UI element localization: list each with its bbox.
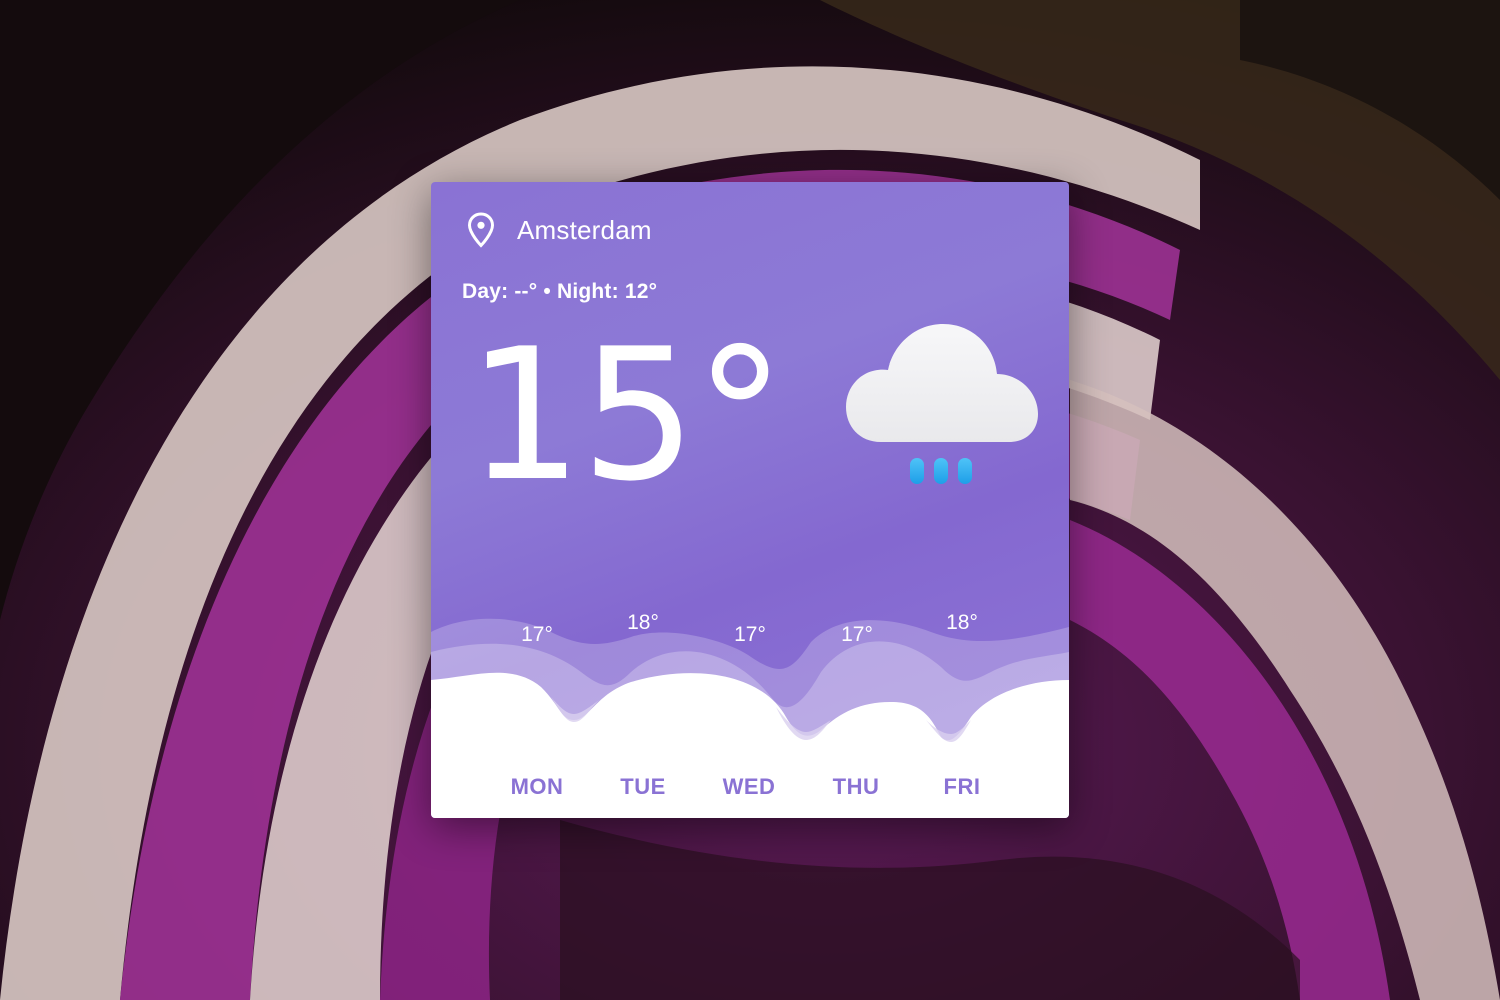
forecast-day-tue[interactable]: TUE — [603, 774, 683, 800]
forecast-day-wed[interactable]: WED — [709, 774, 789, 800]
weather-widget-card[interactable]: Amsterdam Day: --° • Night: 12° 15° 17° … — [431, 182, 1069, 818]
forecast-temp-mon: 17° — [521, 623, 553, 646]
city-name: Amsterdam — [517, 214, 652, 245]
location-pin-icon — [467, 212, 495, 248]
forecast-temp-thu: 17° — [841, 623, 873, 646]
forecast-day-fri[interactable]: FRI — [922, 774, 1002, 800]
rain-cloud-icon — [846, 324, 1038, 484]
forecast-temp-wed: 17° — [734, 623, 766, 646]
forecast-temp-fri: 18° — [946, 611, 978, 634]
forecast-day-thu[interactable]: THU — [816, 774, 896, 800]
day-night-temps: Day: --° • Night: 12° — [462, 280, 658, 303]
forecast-day-mon[interactable]: MON — [497, 774, 577, 800]
location-header[interactable]: Amsterdam — [467, 212, 652, 248]
forecast-temp-tue: 18° — [627, 611, 659, 634]
current-temperature: 15° — [467, 309, 786, 521]
